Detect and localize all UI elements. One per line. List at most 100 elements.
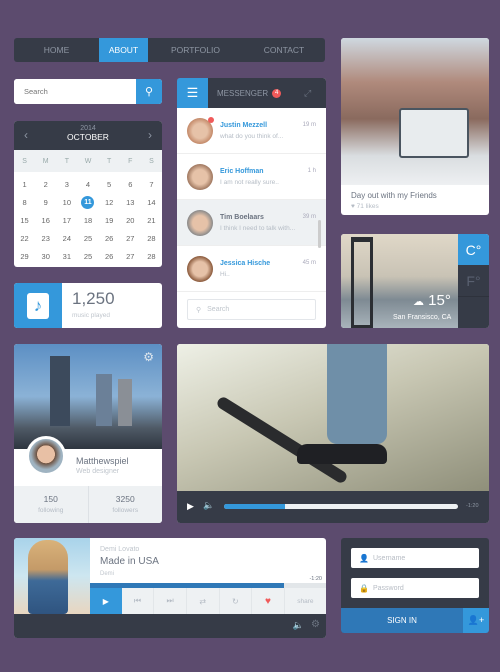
gear-icon[interactable]: ⚙ [311,619,320,630]
calendar-day[interactable]: 21 [141,212,162,230]
calendar-day[interactable]: 14 [141,194,162,212]
calendar-day[interactable]: 30 [35,247,56,265]
calendar-day[interactable]: 22 [14,229,35,247]
music-note-icon: ♪ [27,293,49,319]
volume-icon[interactable]: 🔈 [293,620,304,631]
calendar-day[interactable]: 23 [35,229,56,247]
nav-contact[interactable]: CONTACT [243,38,325,62]
calendar-day[interactable]: 2 [35,176,56,194]
weekday-label: M [42,157,49,165]
calendar-day[interactable]: 24 [56,229,77,247]
previous-icon[interactable]: ⏮ [122,588,155,614]
calendar-day[interactable]: 26 [99,247,120,265]
scrollbar[interactable] [318,220,321,248]
calendar-day[interactable]: 7 [141,176,162,194]
heart-icon[interactable]: ♥ [351,203,355,210]
calendar-day[interactable]: 3 [56,176,77,194]
message-item[interactable]: Justin Mezzell what do you think of... 1… [177,108,326,154]
calendar-day[interactable]: 13 [120,194,141,212]
weather-widget: ☁ 15° San Fransisco, CA C° F° [341,234,489,328]
sign-in-button[interactable]: SIGN IN [341,608,463,633]
player-controls: ▶ ⏮ ⏭ ⇄ ↻ ♥ share [90,588,326,614]
celsius-toggle[interactable]: C° [458,234,489,265]
repeat-icon[interactable]: ↻ [220,588,253,614]
message-preview: I am not really sure.. [220,179,279,186]
calendar-day[interactable]: 27 [120,247,141,265]
profile-card: ⚙ Matthewspiel Web designer 150 following… [14,344,162,523]
followers-stat[interactable]: 3250 followers [89,486,163,523]
add-user-icon[interactable]: 👤+ [463,608,489,633]
message-time: 19 m [302,122,316,128]
video-frame[interactable] [177,344,489,491]
calendar-day[interactable]: 26 [99,229,120,247]
play-icon[interactable]: ▶ [187,501,194,512]
calendar-day[interactable]: 4 [77,176,98,194]
search-icon: ⚲ [144,86,154,98]
video-player: ▶ 🔈 -1:20 [177,344,489,523]
calendar-day[interactable]: 11 [77,194,98,212]
calendar-day[interactable]: 9 [35,194,56,212]
username-placeholder: Username [373,554,406,562]
search-button[interactable]: ⚲ [136,79,162,104]
calendar-day[interactable]: 12 [99,194,120,212]
nav-home[interactable]: HOME [14,38,99,62]
calendar-day[interactable]: 28 [141,229,162,247]
calendar-day[interactable]: 27 [120,229,141,247]
bus-shape [399,108,469,158]
calendar-day[interactable]: 20 [120,212,141,230]
calendar-day[interactable]: 19 [99,212,120,230]
avatar[interactable] [26,436,66,476]
calendar-day[interactable]: 10 [56,194,77,212]
bridge-tower [351,237,373,328]
fahrenheit-toggle[interactable]: F° [458,265,489,297]
message-item[interactable]: Jessica Hische Hi.. 45 m [177,246,326,292]
message-item[interactable]: Eric Hoffman I am not really sure.. 1 h [177,154,326,200]
profile-stats: 150 following 3250 followers [14,486,162,523]
calendar-day[interactable]: 31 [56,247,77,265]
search-input[interactable] [14,79,136,104]
expand-icon[interactable]: ⤢ [304,78,326,108]
calendar-day[interactable]: 15 [14,212,35,230]
shuffle-icon[interactable]: ⇄ [187,588,220,614]
calendar-day[interactable]: 28 [141,247,162,265]
calendar-day[interactable]: 8 [14,194,35,212]
calendar-day[interactable]: 17 [56,212,77,230]
following-count: 150 [43,494,58,504]
next-icon[interactable]: ⏭ [154,588,187,614]
video-progress-bar[interactable] [224,504,458,509]
username-field[interactable]: 👤 Username [351,548,479,568]
calendar-days: 1 2 3 4 5 6 7 8 9 10 11 12 13 14 15 16 17 18 19 20 21 22 23 24 2… [14,172,162,265]
video-progress-fill [224,504,285,509]
building [96,374,112,426]
calendar-day[interactable]: 1 [14,176,35,194]
chevron-right-icon[interactable]: › [148,128,152,142]
calendar-day[interactable]: 16 [35,212,56,230]
chevron-left-icon[interactable]: ‹ [24,128,28,142]
messenger-title-wrap: MESSENGER 4 [208,78,304,108]
calendar-day[interactable]: 18 [77,212,98,230]
calendar-day[interactable]: 29 [14,247,35,265]
street-photo[interactable] [341,38,489,185]
calendar-day[interactable]: 6 [120,176,141,194]
gear-icon[interactable]: ⚙ [143,350,154,364]
calendar-day[interactable]: 5 [99,176,120,194]
weekday-label: F [128,157,133,165]
calendar-day[interactable]: 25 [77,247,98,265]
heart-icon[interactable]: ♥ [252,588,285,614]
volume-icon[interactable]: 🔈 [203,500,214,511]
messenger-widget: ☰ MESSENGER 4 ⤢ Justin Mezzell what do y… [177,78,326,328]
messenger-search-input[interactable]: ⚲ Search [187,299,316,320]
calendar-day[interactable]: 25 [77,229,98,247]
play-icon[interactable]: ▶ [90,588,122,614]
menu-icon[interactable]: ☰ [177,78,208,108]
nav-about[interactable]: ABOUT [99,38,148,62]
messenger-search-placeholder: Search [207,306,230,313]
cloud-icon: ☁ [413,296,424,308]
password-field[interactable]: 🔒 Password [351,578,479,598]
nav-portfolio[interactable]: PORTFOLIO [148,38,243,62]
profile-role: Web designer [76,468,120,475]
following-stat[interactable]: 150 following [14,486,89,523]
share-button[interactable]: share [285,588,326,614]
photo-likes: ♥ 71 likes [351,203,379,210]
message-item[interactable]: Tim Boelaars I think I need to talk with… [177,200,326,246]
